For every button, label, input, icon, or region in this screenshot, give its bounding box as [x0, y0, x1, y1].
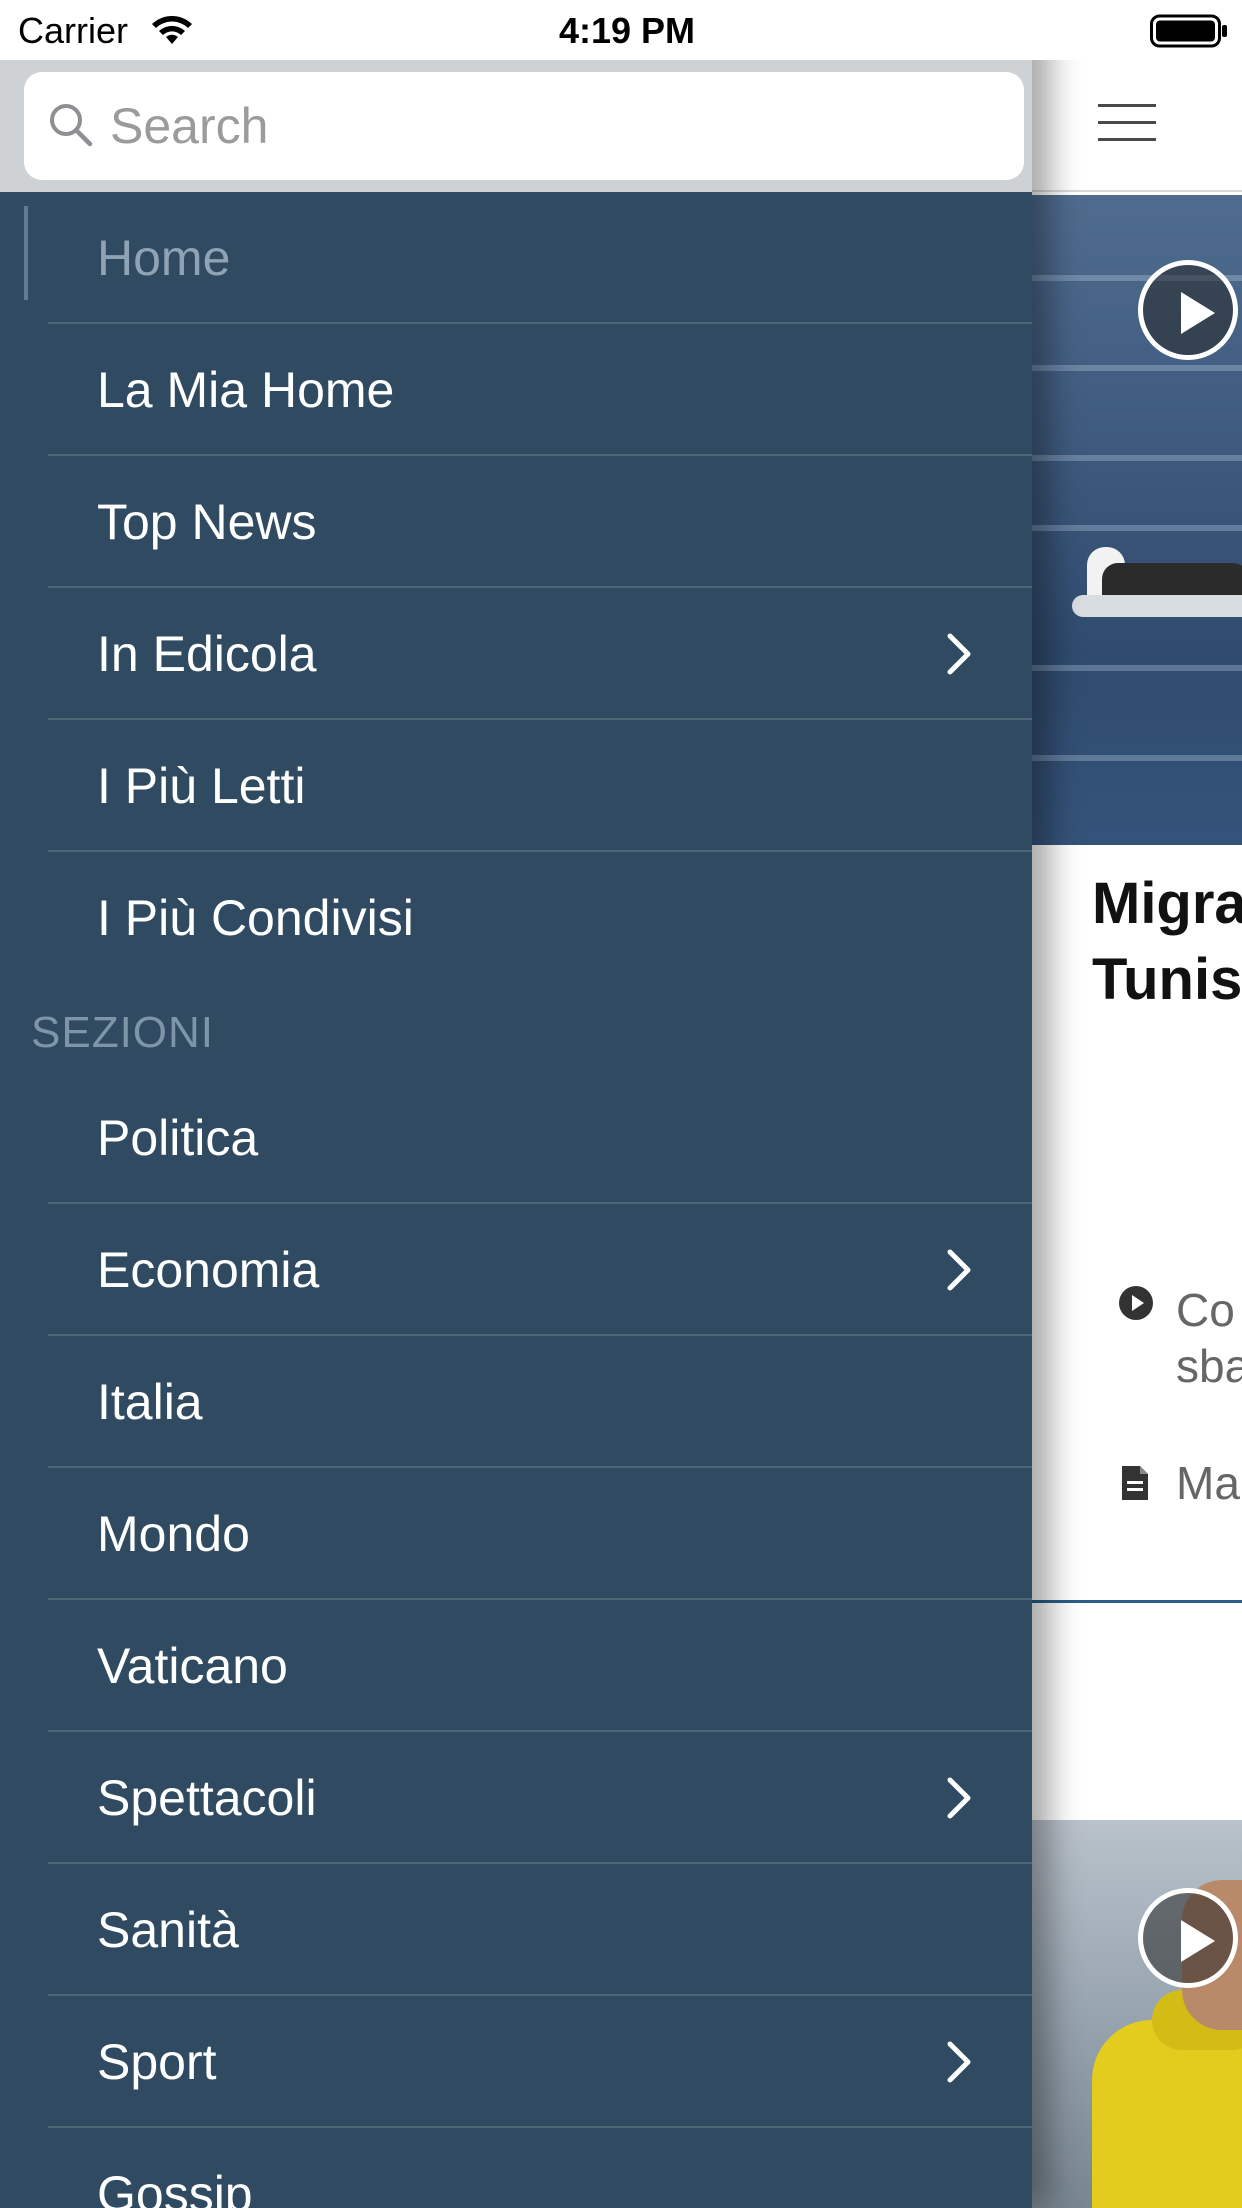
play-video-icon[interactable]	[1138, 1888, 1238, 1988]
section-title: SEZIONI	[31, 1008, 215, 1057]
menu-item-label: Vaticano	[97, 1638, 288, 1694]
chevron-right-icon	[944, 632, 974, 681]
menu-item-label: Sport	[97, 2034, 217, 2090]
menu-item-politica[interactable]: Politica	[0, 1072, 1032, 1204]
menu-item-label: I Più Letti	[97, 758, 306, 814]
menu-item-label: Sanità	[97, 1902, 239, 1958]
menu-item-la-mia-home[interactable]: La Mia Home	[0, 324, 1032, 456]
chevron-right-icon	[944, 2040, 974, 2089]
headline-line-2: Tunis	[1092, 947, 1242, 1012]
document-icon	[1120, 1464, 1150, 1507]
menu-item-label: I Più Condivisi	[97, 890, 414, 946]
headline-line-1: Migra	[1092, 871, 1242, 936]
menu-item-label: Italia	[97, 1374, 203, 1430]
section-header-sezioni: SEZIONI	[0, 984, 1032, 1072]
menu-item-vaticano[interactable]: Vaticano	[0, 1600, 1032, 1732]
menu-item-sanita[interactable]: Sanità	[0, 1864, 1032, 1996]
menu-item-label: Gossip	[97, 2166, 253, 2208]
menu-item-label: Top News	[97, 494, 317, 550]
menu-item-i-piu-letti[interactable]: I Più Letti	[0, 720, 1032, 852]
menu-item-gossip[interactable]: Gossip	[0, 2128, 1032, 2208]
menu-item-home[interactable]: Home	[0, 192, 1032, 324]
article-photo-person[interactable]	[1032, 1820, 1242, 2208]
menu-item-top-news[interactable]: Top News	[0, 456, 1032, 588]
menu-item-label: Mondo	[97, 1506, 250, 1562]
menu-item-mondo[interactable]: Mondo	[0, 1468, 1032, 1600]
menu-item-label: Economia	[97, 1242, 320, 1298]
clock: 4:19 PM	[558, 10, 696, 51]
menu-item-in-edicola[interactable]: In Edicola	[0, 588, 1032, 720]
menu-item-label: Politica	[97, 1110, 259, 1166]
article-photo-boat[interactable]	[1032, 195, 1242, 845]
menu-item-label: In Edicola	[97, 626, 317, 682]
side-drawer: Home La Mia Home Top News In Edicola I P…	[0, 0, 1032, 2208]
screen: Carrier 4:19 PM Migra Tunis Co sba Ma Se…	[0, 0, 1242, 2208]
menu-item-i-piu-condivisi[interactable]: I Più Condivisi	[0, 852, 1032, 984]
chevron-right-icon	[944, 1248, 974, 1297]
search-bar	[0, 60, 1032, 192]
search-input[interactable]	[110, 86, 990, 166]
main-content: Migra Tunis Co sba Ma	[1032, 60, 1242, 2208]
battery-icon	[1150, 14, 1230, 53]
search-icon	[48, 102, 94, 153]
play-video-icon[interactable]	[1138, 260, 1238, 360]
article-headline[interactable]: Migra Tunis	[1092, 866, 1242, 1018]
menu-item-label: Spettacoli	[97, 1770, 317, 1826]
menu-item-label: La Mia Home	[97, 362, 395, 418]
drawer-menu: Home La Mia Home Top News In Edicola I P…	[0, 192, 1032, 2208]
menu-item-italia[interactable]: Italia	[0, 1336, 1032, 1468]
chevron-right-icon	[944, 1776, 974, 1825]
menu-item-spettacoli[interactable]: Spettacoli	[0, 1732, 1032, 1864]
status-bar: Carrier 4:19 PM	[0, 0, 1242, 60]
related-video-link[interactable]: Co sba	[1176, 1282, 1242, 1394]
menu-item-economia[interactable]: Economia	[0, 1204, 1032, 1336]
menu-item-sport[interactable]: Sport	[0, 1996, 1032, 2128]
menu-item-label: Home	[97, 230, 231, 286]
related-video-line-1: Co	[1176, 1284, 1235, 1336]
play-circle-icon	[1118, 1285, 1154, 1326]
related-article-link[interactable]: Ma	[1176, 1456, 1240, 1510]
search-field[interactable]	[24, 72, 1024, 180]
article-divider	[1032, 1600, 1242, 1603]
content-header	[1032, 60, 1242, 192]
hamburger-menu-icon[interactable]	[1098, 104, 1156, 144]
related-video-line-2: sba	[1176, 1340, 1242, 1392]
active-indicator	[24, 206, 28, 300]
